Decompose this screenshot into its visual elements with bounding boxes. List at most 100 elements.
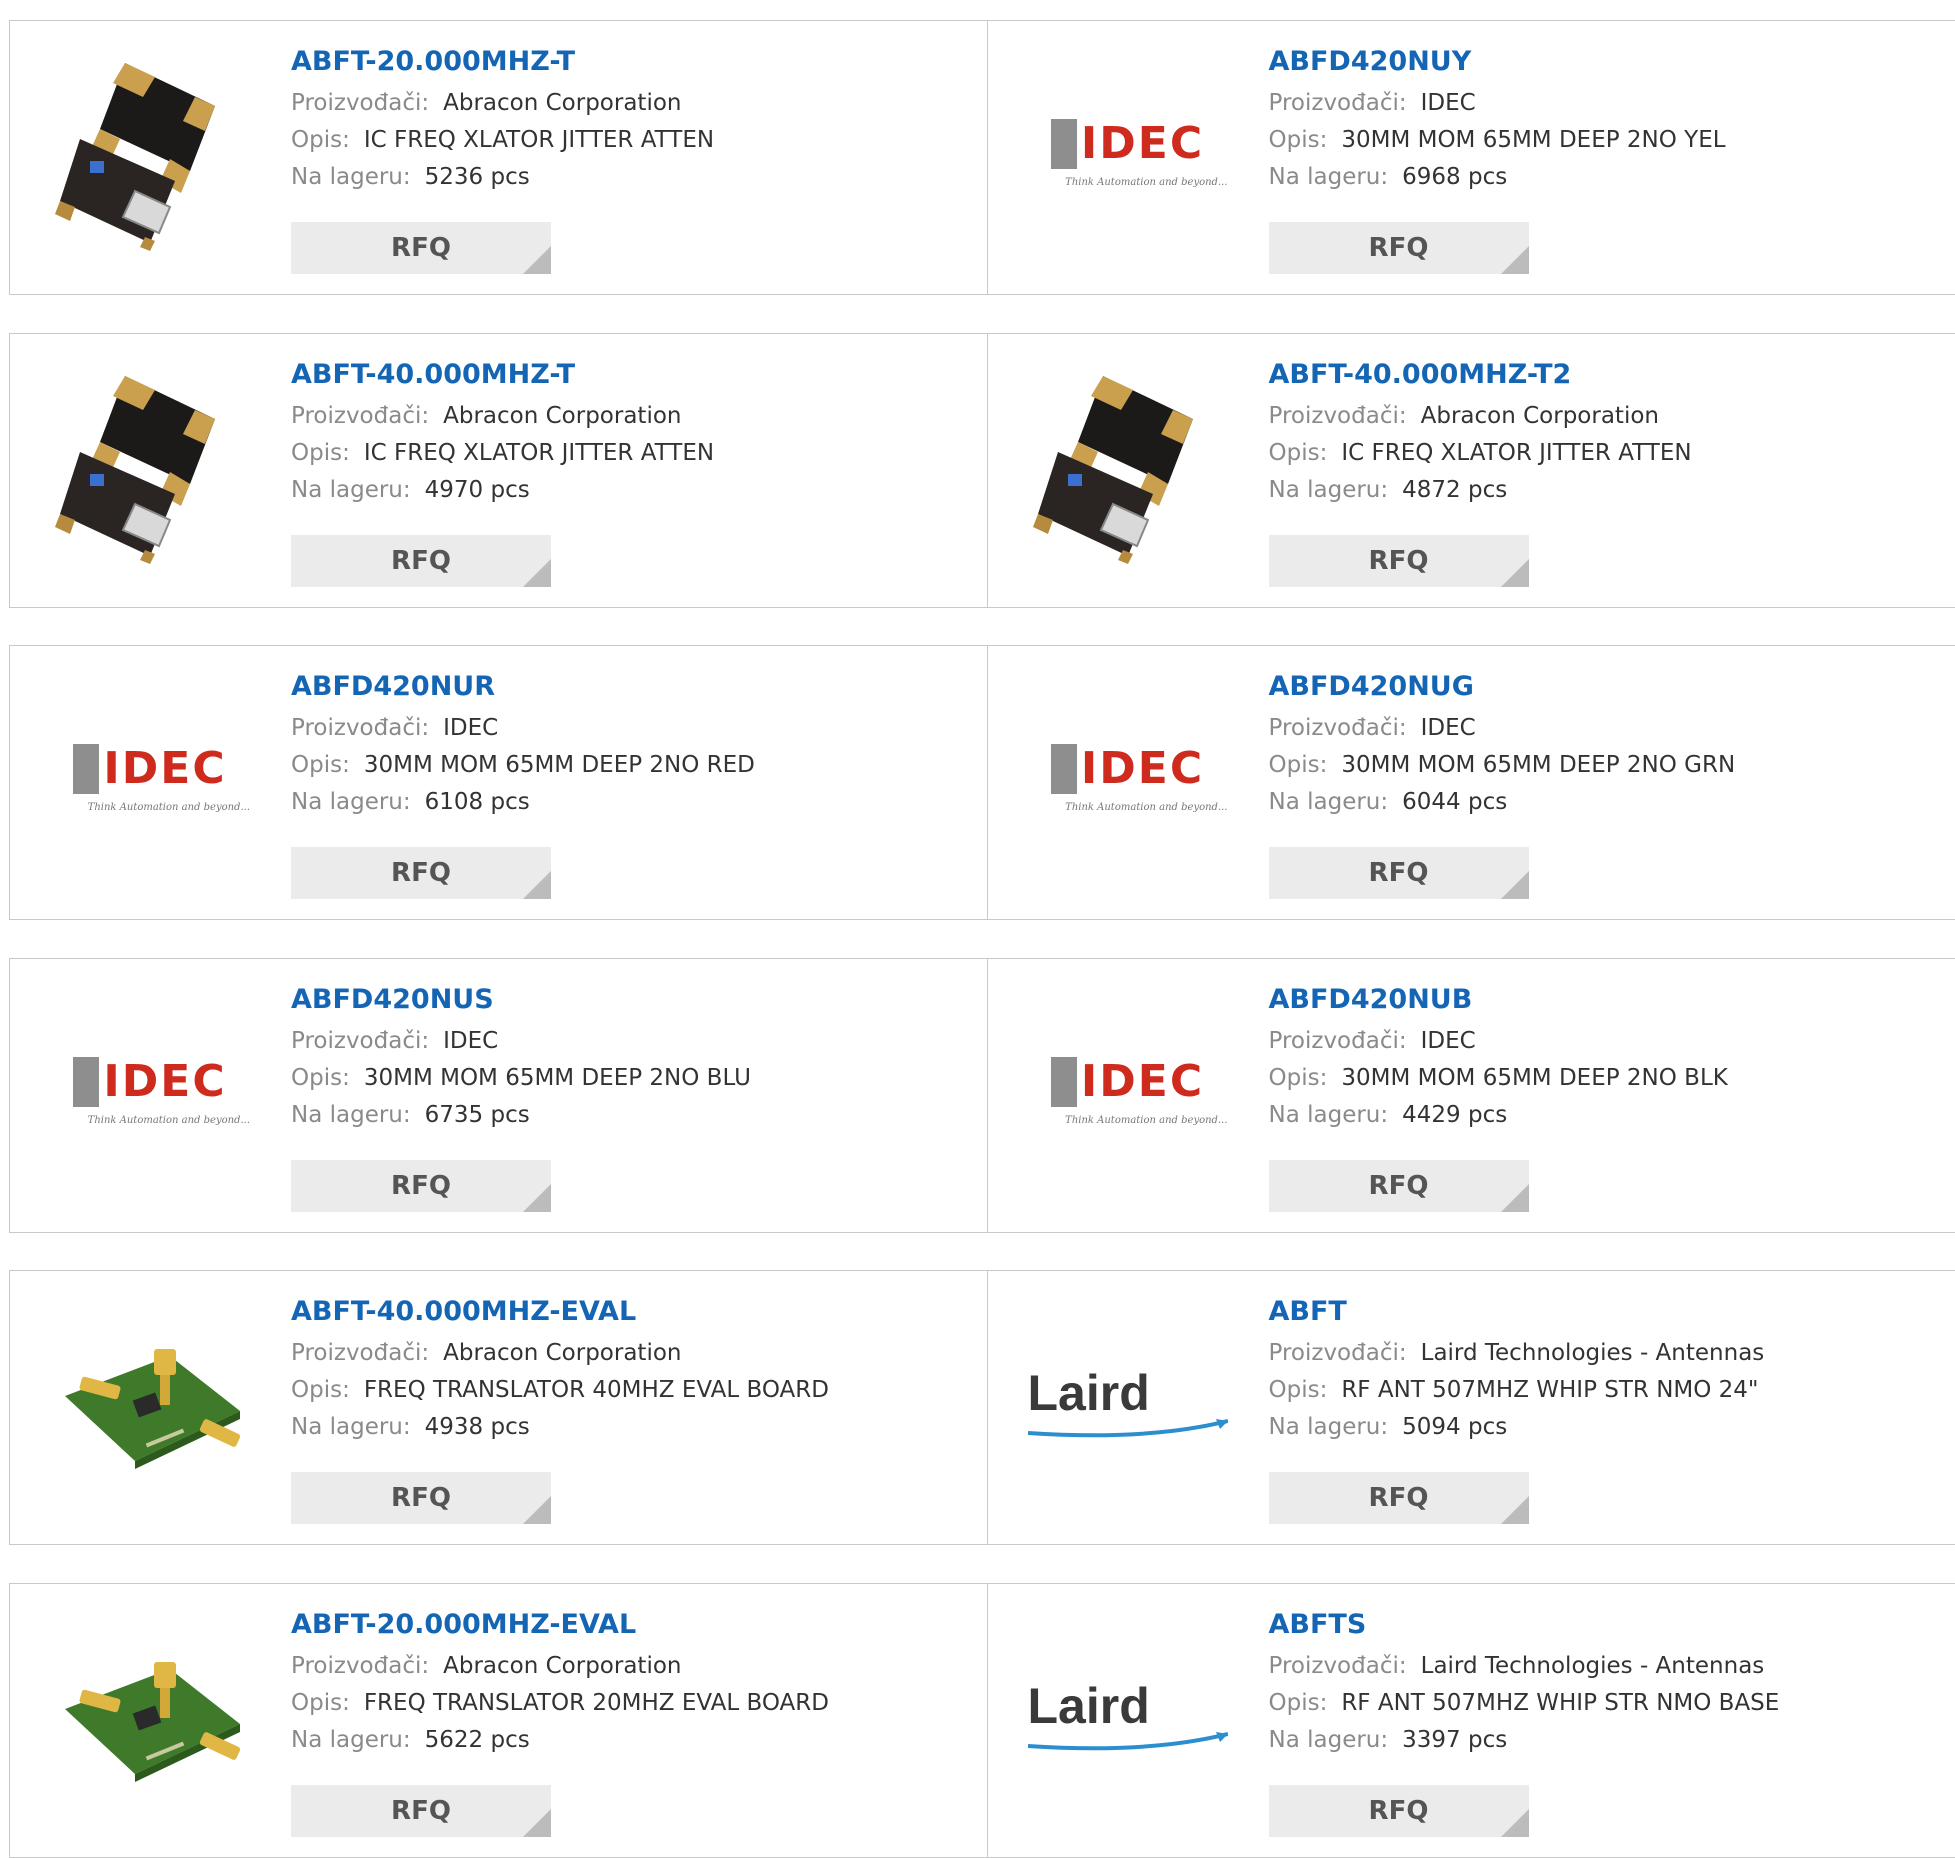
- stock-label: Na lageru:: [291, 1102, 411, 1128]
- part-number-link[interactable]: ABFTS: [1269, 1608, 1780, 1648]
- product-info: ABFTProizvođači:Laird Technologies - Ant…: [1269, 1295, 1765, 1446]
- idec-tagline: Think Automation and beyond...: [1065, 802, 1227, 813]
- rfq-label: RFQ: [391, 233, 451, 263]
- manufacturer-line: Proizvođači: Abracon Corporation: [291, 1648, 829, 1685]
- part-number-link[interactable]: ABFT-40.000MHZ-EVAL: [291, 1295, 829, 1335]
- stock-value: 6968 pcs: [1402, 164, 1507, 190]
- rfq-button[interactable]: RFQ: [291, 1785, 551, 1837]
- description-value: FREQ TRANSLATOR 40MHZ EVAL BOARD: [364, 1377, 829, 1403]
- product-thumbnail[interactable]: IDECThink Automation and beyond...: [1028, 678, 1228, 878]
- product-row: IDECThink Automation and beyond... ABFD42…: [9, 645, 1955, 920]
- product-image[interactable]: [1033, 364, 1223, 568]
- product-thumbnail[interactable]: [1028, 366, 1228, 566]
- product-thumbnail[interactable]: IDECThink Automation and beyond...: [1028, 991, 1228, 1191]
- product-info: ABFT-40.000MHZ-T2Proizvođači:Abracon Cor…: [1269, 358, 1692, 509]
- description-line: Opis:FREQ TRANSLATOR 20MHZ EVAL BOARD: [291, 1685, 829, 1722]
- stock-value: 6044 pcs: [1402, 789, 1507, 815]
- product-thumbnail[interactable]: [50, 53, 250, 253]
- part-number-link[interactable]: ABFD420NUB: [1269, 983, 1728, 1023]
- product-thumbnail[interactable]: [50, 366, 250, 566]
- product-row: IDECThink Automation and beyond... ABFD42…: [9, 958, 1955, 1233]
- rfq-label: RFQ: [1369, 858, 1429, 888]
- part-number-link[interactable]: ABFT-20.000MHZ-T: [291, 45, 714, 85]
- product-info: ABFD420NUYProizvođači:IDECOpis:30MM MOM …: [1269, 45, 1726, 196]
- corner-decoration: [1501, 1184, 1529, 1212]
- part-number-link[interactable]: ABFD420NUY: [1269, 45, 1726, 85]
- product-info: ABFT-40.000MHZ-EVALProizvođači:Abracon C…: [291, 1295, 829, 1446]
- corner-decoration: [1501, 246, 1529, 274]
- product-card: IDECThink Automation and beyond... ABFD42…: [987, 21, 1955, 294]
- corner-decoration: [1501, 559, 1529, 587]
- manufacturer-label: Proizvođači:: [291, 715, 429, 741]
- rfq-button[interactable]: RFQ: [1269, 1785, 1529, 1837]
- product-info: ABFTSProizvođači:Laird Technologies - An…: [1269, 1608, 1780, 1759]
- product-info: ABFT-20.000MHZ-TProizvođači:Abracon Corp…: [291, 45, 714, 196]
- rfq-button[interactable]: RFQ: [291, 535, 551, 587]
- rfq-button[interactable]: RFQ: [1269, 1160, 1529, 1212]
- product-row: ABFT-40.000MHZ-EVALProizvođači:Abracon C…: [9, 1270, 1955, 1545]
- product-card: ABFT-40.000MHZ-EVALProizvođači:Abracon C…: [10, 1271, 987, 1544]
- product-thumbnail[interactable]: Laird: [1028, 1616, 1228, 1816]
- manufacturer-line: Proizvođači:IDEC: [1269, 710, 1736, 747]
- description-label: Opis:: [291, 1690, 350, 1716]
- rfq-button[interactable]: RFQ: [1269, 535, 1529, 587]
- product-thumbnail[interactable]: Laird: [1028, 1303, 1228, 1503]
- rfq-button[interactable]: RFQ: [291, 222, 551, 274]
- corner-decoration: [523, 1809, 551, 1837]
- description-line: Opis:IC FREQ XLATOR JITTER ATTEN: [291, 122, 714, 159]
- rfq-button[interactable]: RFQ: [291, 847, 551, 899]
- description-value: 30MM MOM 65MM DEEP 2NO BLU: [364, 1065, 751, 1091]
- product-thumbnail[interactable]: IDECThink Automation and beyond...: [50, 991, 250, 1191]
- part-number-link[interactable]: ABFD420NUR: [291, 670, 755, 710]
- stock-line: Na lageru: 6044 pcs: [1269, 784, 1736, 821]
- stock-line: Na lageru:4429 pcs: [1269, 1097, 1728, 1134]
- product-thumbnail[interactable]: [50, 1303, 250, 1503]
- product-image[interactable]: [55, 51, 245, 255]
- part-number-link[interactable]: ABFT-20.000MHZ-EVAL: [291, 1608, 829, 1648]
- product-image[interactable]: [50, 1301, 250, 1505]
- rfq-button[interactable]: RFQ: [291, 1472, 551, 1524]
- manufacturer-label: Proizvođači:: [1269, 715, 1407, 741]
- rfq-button[interactable]: RFQ: [291, 1160, 551, 1212]
- product-thumbnail[interactable]: IDECThink Automation and beyond...: [1028, 53, 1228, 253]
- stock-label: Na lageru:: [1269, 789, 1389, 815]
- stock-label: Na lageru:: [1269, 1727, 1389, 1753]
- description-value: RF ANT 507MHZ WHIP STR NMO 24": [1341, 1377, 1758, 1403]
- product-image[interactable]: [50, 1614, 250, 1818]
- manufacturer-label: Proizvođači:: [291, 1653, 429, 1679]
- stock-line: Na lageru:4872 pcs: [1269, 472, 1692, 509]
- rfq-label: RFQ: [1369, 1171, 1429, 1201]
- product-thumbnail[interactable]: IDECThink Automation and beyond...: [50, 678, 250, 878]
- part-number-link[interactable]: ABFT-40.000MHZ-T: [291, 358, 714, 398]
- description-line: Opis: 30MM MOM 65MM DEEP 2NO BLU: [291, 1060, 751, 1097]
- product-thumbnail[interactable]: [50, 1616, 250, 1816]
- rfq-button[interactable]: RFQ: [1269, 847, 1529, 899]
- rfq-button[interactable]: RFQ: [1269, 1472, 1529, 1524]
- corner-decoration: [523, 1184, 551, 1212]
- part-number-link[interactable]: ABFD420NUS: [291, 983, 751, 1023]
- description-label: Opis:: [1269, 1690, 1328, 1716]
- manufacturer-value: Abracon Corporation: [443, 1340, 681, 1366]
- rfq-label: RFQ: [391, 546, 451, 576]
- stock-line: Na lageru:5094 pcs: [1269, 1409, 1765, 1446]
- description-line: Opis:30MM MOM 65MM DEEP 2NO RED: [291, 747, 755, 784]
- manufacturer-line: Proizvođači:IDEC: [291, 1023, 751, 1060]
- description-line: Opis:IC FREQ XLATOR JITTER ATTEN: [291, 435, 714, 472]
- part-number-link[interactable]: ABFT-40.000MHZ-T2: [1269, 358, 1692, 398]
- manufacturer-label: Proizvođači:: [291, 1028, 429, 1054]
- description-label: Opis:: [1269, 752, 1328, 778]
- product-info: ABFD420NUSProizvođači:IDEC Opis: 30MM MOM …: [291, 983, 751, 1134]
- product-image[interactable]: [55, 364, 245, 568]
- rfq-label: RFQ: [1369, 1796, 1429, 1826]
- product-card: ABFT-40.000MHZ-TProizvođači:Abracon Corp…: [10, 334, 987, 607]
- manufacturer-line: Proizvođači:IDEC: [1269, 85, 1726, 122]
- description-label: Opis:: [291, 1065, 350, 1091]
- part-number-link[interactable]: ABFD420NUG: [1269, 670, 1736, 710]
- product-row: ABFT-20.000MHZ-TProizvođači:Abracon Corp…: [9, 20, 1955, 295]
- rfq-button[interactable]: RFQ: [1269, 222, 1529, 274]
- product-row: ABFT-40.000MHZ-TProizvođači:Abracon Corp…: [9, 333, 1955, 608]
- stock-label: Na lageru:: [291, 1414, 411, 1440]
- manufacturer-value: Abracon Corporation: [443, 1653, 681, 1679]
- stock-label: Na lageru:: [1269, 1414, 1389, 1440]
- part-number-link[interactable]: ABFT: [1269, 1295, 1765, 1335]
